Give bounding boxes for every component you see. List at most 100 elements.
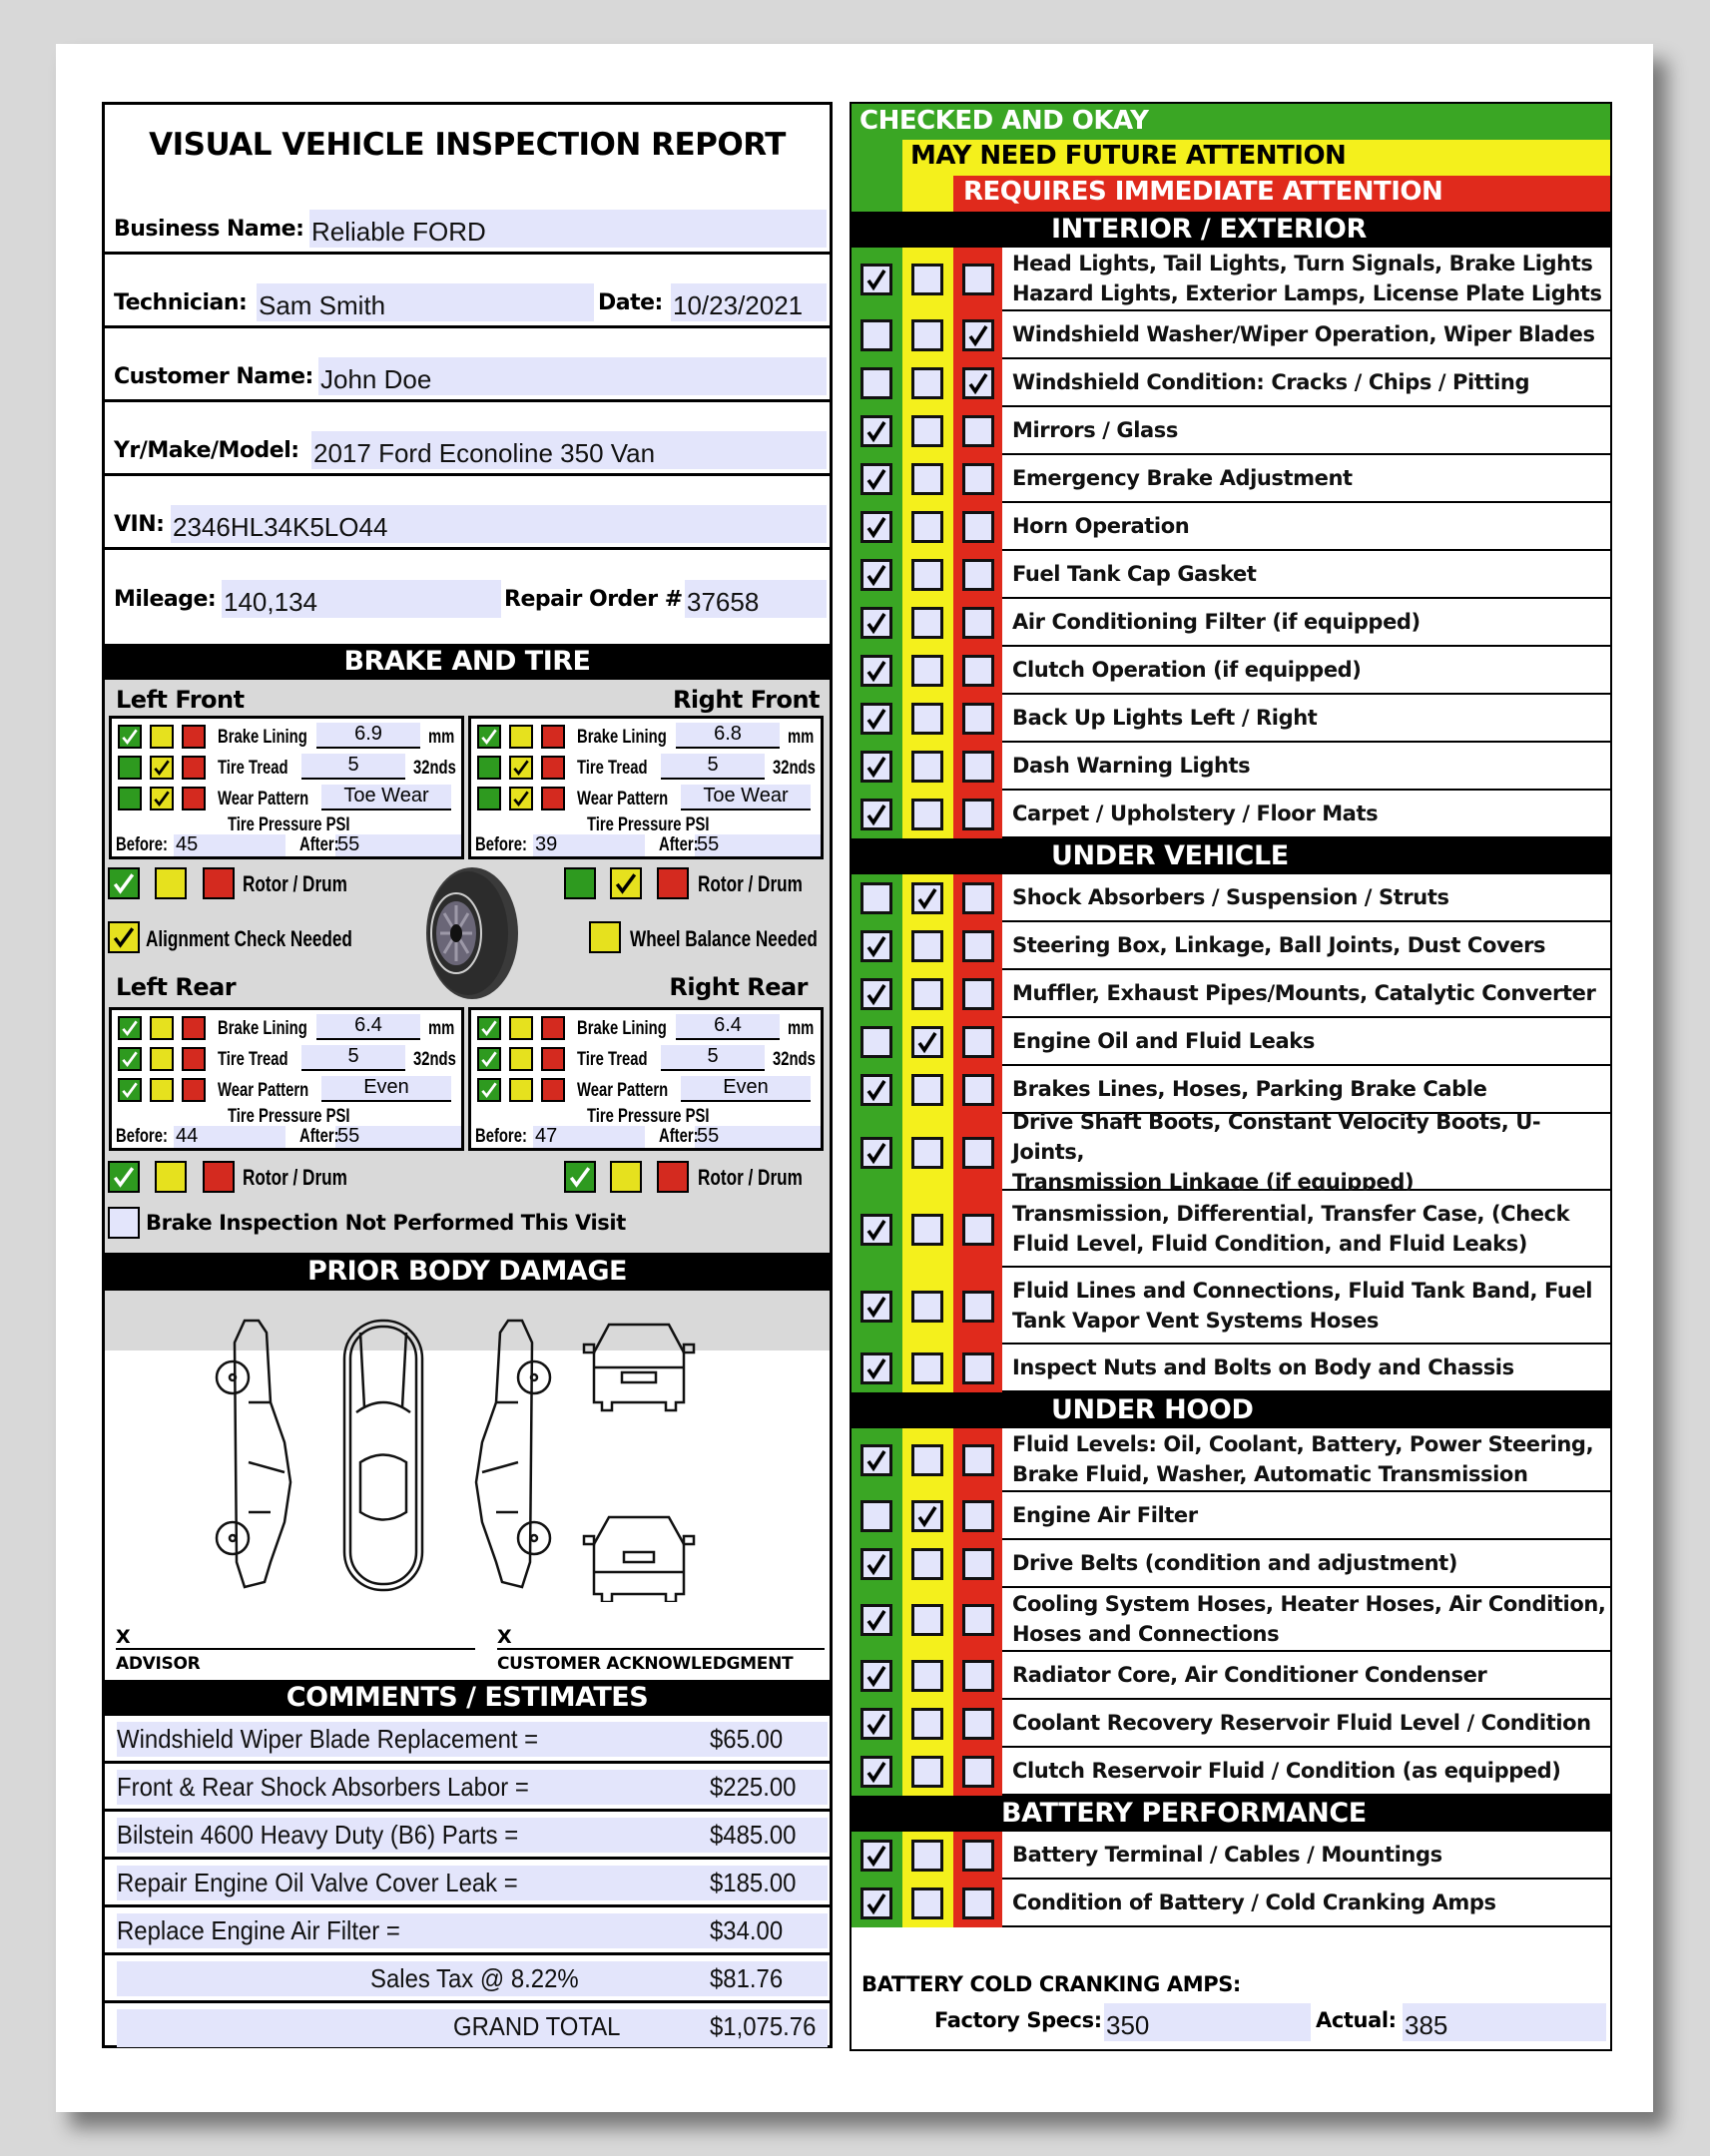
estimate-description[interactable]: Front & Rear Shock Absorbers Labor =	[117, 1772, 529, 1803]
rr-tire-tread-yellow[interactable]	[509, 1047, 533, 1071]
vin-field[interactable]: 2346HL34K5LO44	[171, 505, 827, 543]
rf-brake-lining-green[interactable]	[477, 725, 501, 749]
checkbox-immediate[interactable]	[962, 703, 994, 735]
checkbox-future[interactable]	[911, 511, 943, 543]
checkbox-future[interactable]	[911, 703, 943, 735]
checkbox-okay[interactable]	[860, 799, 892, 830]
rr-brake-lining-field[interactable]: 6.4	[676, 1014, 780, 1040]
lf-brake-lining-green[interactable]	[118, 725, 142, 749]
checkbox-immediate[interactable]	[962, 1604, 994, 1636]
business-name-field[interactable]: Reliable FORD	[309, 210, 827, 248]
checkbox-immediate[interactable]	[962, 1026, 994, 1058]
checkbox-future[interactable]	[911, 799, 943, 830]
rr-brake-lining-green[interactable]	[477, 1016, 501, 1040]
lf-tire-tread-field[interactable]: 5	[301, 754, 405, 780]
checkbox-future[interactable]	[911, 1708, 943, 1740]
checkbox-okay[interactable]	[860, 978, 892, 1010]
lf-before-value[interactable]: 45	[176, 833, 198, 856]
technician-field[interactable]: Sam Smith	[257, 283, 594, 321]
checkbox-okay[interactable]	[860, 703, 892, 735]
advisor-signature-line[interactable]	[116, 1648, 475, 1650]
lr-wear-pattern-field[interactable]: Even	[321, 1076, 451, 1102]
estimate-description[interactable]: Replace Engine Air Filter =	[117, 1915, 400, 1946]
checkbox-okay[interactable]	[860, 1213, 892, 1246]
checkbox-okay[interactable]	[860, 1604, 892, 1636]
checkbox-future[interactable]	[911, 1660, 943, 1692]
checkbox-future[interactable]	[911, 1352, 943, 1384]
checkbox-future[interactable]	[911, 751, 943, 783]
checkbox-future[interactable]	[911, 1444, 943, 1476]
rf-after-value[interactable]: 55	[697, 833, 719, 856]
lf-tire-tread-yellow[interactable]	[150, 756, 174, 780]
lr-wear-pattern-red[interactable]	[182, 1078, 206, 1102]
checkbox-immediate[interactable]	[962, 1213, 994, 1246]
estimate-description[interactable]: Windshield Wiper Blade Replacement =	[117, 1724, 538, 1755]
lf-rotor-yellow[interactable]	[155, 867, 187, 899]
checkbox-future[interactable]	[911, 607, 943, 639]
checkbox-immediate[interactable]	[962, 319, 994, 351]
checkbox-okay[interactable]	[860, 1352, 892, 1384]
actual-field[interactable]: 385	[1403, 2003, 1606, 2041]
checkbox-okay[interactable]	[860, 319, 892, 351]
checkbox-okay[interactable]	[860, 930, 892, 962]
lr-before-value[interactable]: 44	[176, 1125, 198, 1148]
checkbox-okay[interactable]	[860, 655, 892, 687]
lf-after-value[interactable]: 55	[337, 833, 359, 856]
checkbox-immediate[interactable]	[962, 1290, 994, 1323]
estimate-amount[interactable]: $65.00	[710, 1724, 783, 1755]
checkbox-future[interactable]	[911, 1290, 943, 1323]
checkbox-future[interactable]	[911, 1026, 943, 1058]
checkbox-future[interactable]	[911, 930, 943, 962]
rf-wear-pattern-green[interactable]	[477, 787, 501, 810]
checkbox-future[interactable]	[911, 463, 943, 495]
checkbox-immediate[interactable]	[962, 367, 994, 399]
checkbox-future[interactable]	[911, 1548, 943, 1580]
checkbox-okay[interactable]	[860, 1756, 892, 1788]
checkbox-okay[interactable]	[860, 1887, 892, 1919]
rr-wear-pattern-red[interactable]	[541, 1078, 565, 1102]
checkbox-okay[interactable]	[860, 607, 892, 639]
sales-tax-amount[interactable]: $81.76	[710, 1963, 783, 1994]
checkbox-immediate[interactable]	[962, 463, 994, 495]
checkbox-immediate[interactable]	[962, 930, 994, 962]
checkbox-okay[interactable]	[860, 1500, 892, 1532]
repair-order-field[interactable]: 37658	[685, 580, 827, 618]
rf-tire-tread-field[interactable]: 5	[661, 754, 765, 780]
checkbox-immediate[interactable]	[962, 655, 994, 687]
checkbox-immediate[interactable]	[962, 607, 994, 639]
checkbox-future[interactable]	[911, 264, 943, 295]
lf-brake-lining-red[interactable]	[182, 725, 206, 749]
checkbox-immediate[interactable]	[962, 1136, 994, 1169]
customer-name-field[interactable]: John Doe	[318, 357, 827, 395]
rr-tire-tread-green[interactable]	[477, 1047, 501, 1071]
rf-wear-pattern-yellow[interactable]	[509, 787, 533, 810]
checkbox-immediate[interactable]	[962, 264, 994, 295]
rr-wear-pattern-yellow[interactable]	[509, 1078, 533, 1102]
rr-rotor-yellow[interactable]	[610, 1161, 642, 1193]
rf-rotor-yellow[interactable]	[610, 867, 642, 899]
lr-wear-pattern-green[interactable]	[118, 1078, 142, 1102]
lr-brake-lining-red[interactable]	[182, 1016, 206, 1040]
lr-after-value[interactable]: 55	[337, 1125, 359, 1148]
checkbox-okay[interactable]	[860, 463, 892, 495]
lf-wear-pattern-yellow[interactable]	[150, 787, 174, 810]
rf-tire-tread-yellow[interactable]	[509, 756, 533, 780]
checkbox-okay[interactable]	[860, 264, 892, 295]
wheel-balance-checkbox[interactable]	[589, 921, 621, 953]
checkbox-okay[interactable]	[860, 511, 892, 543]
checkbox-immediate[interactable]	[962, 1840, 994, 1872]
checkbox-future[interactable]	[911, 1887, 943, 1919]
lf-tire-tread-green[interactable]	[118, 756, 142, 780]
rf-brake-lining-red[interactable]	[541, 725, 565, 749]
checkbox-okay[interactable]	[860, 1548, 892, 1580]
lr-wear-pattern-yellow[interactable]	[150, 1078, 174, 1102]
checkbox-future[interactable]	[911, 1604, 943, 1636]
checkbox-future[interactable]	[911, 1074, 943, 1106]
lr-brake-lining-field[interactable]: 6.4	[316, 1014, 420, 1040]
checkbox-okay[interactable]	[860, 559, 892, 591]
checkbox-okay[interactable]	[860, 751, 892, 783]
checkbox-okay[interactable]	[860, 367, 892, 399]
checkbox-immediate[interactable]	[962, 559, 994, 591]
lf-wear-pattern-red[interactable]	[182, 787, 206, 810]
lf-tire-tread-red[interactable]	[182, 756, 206, 780]
